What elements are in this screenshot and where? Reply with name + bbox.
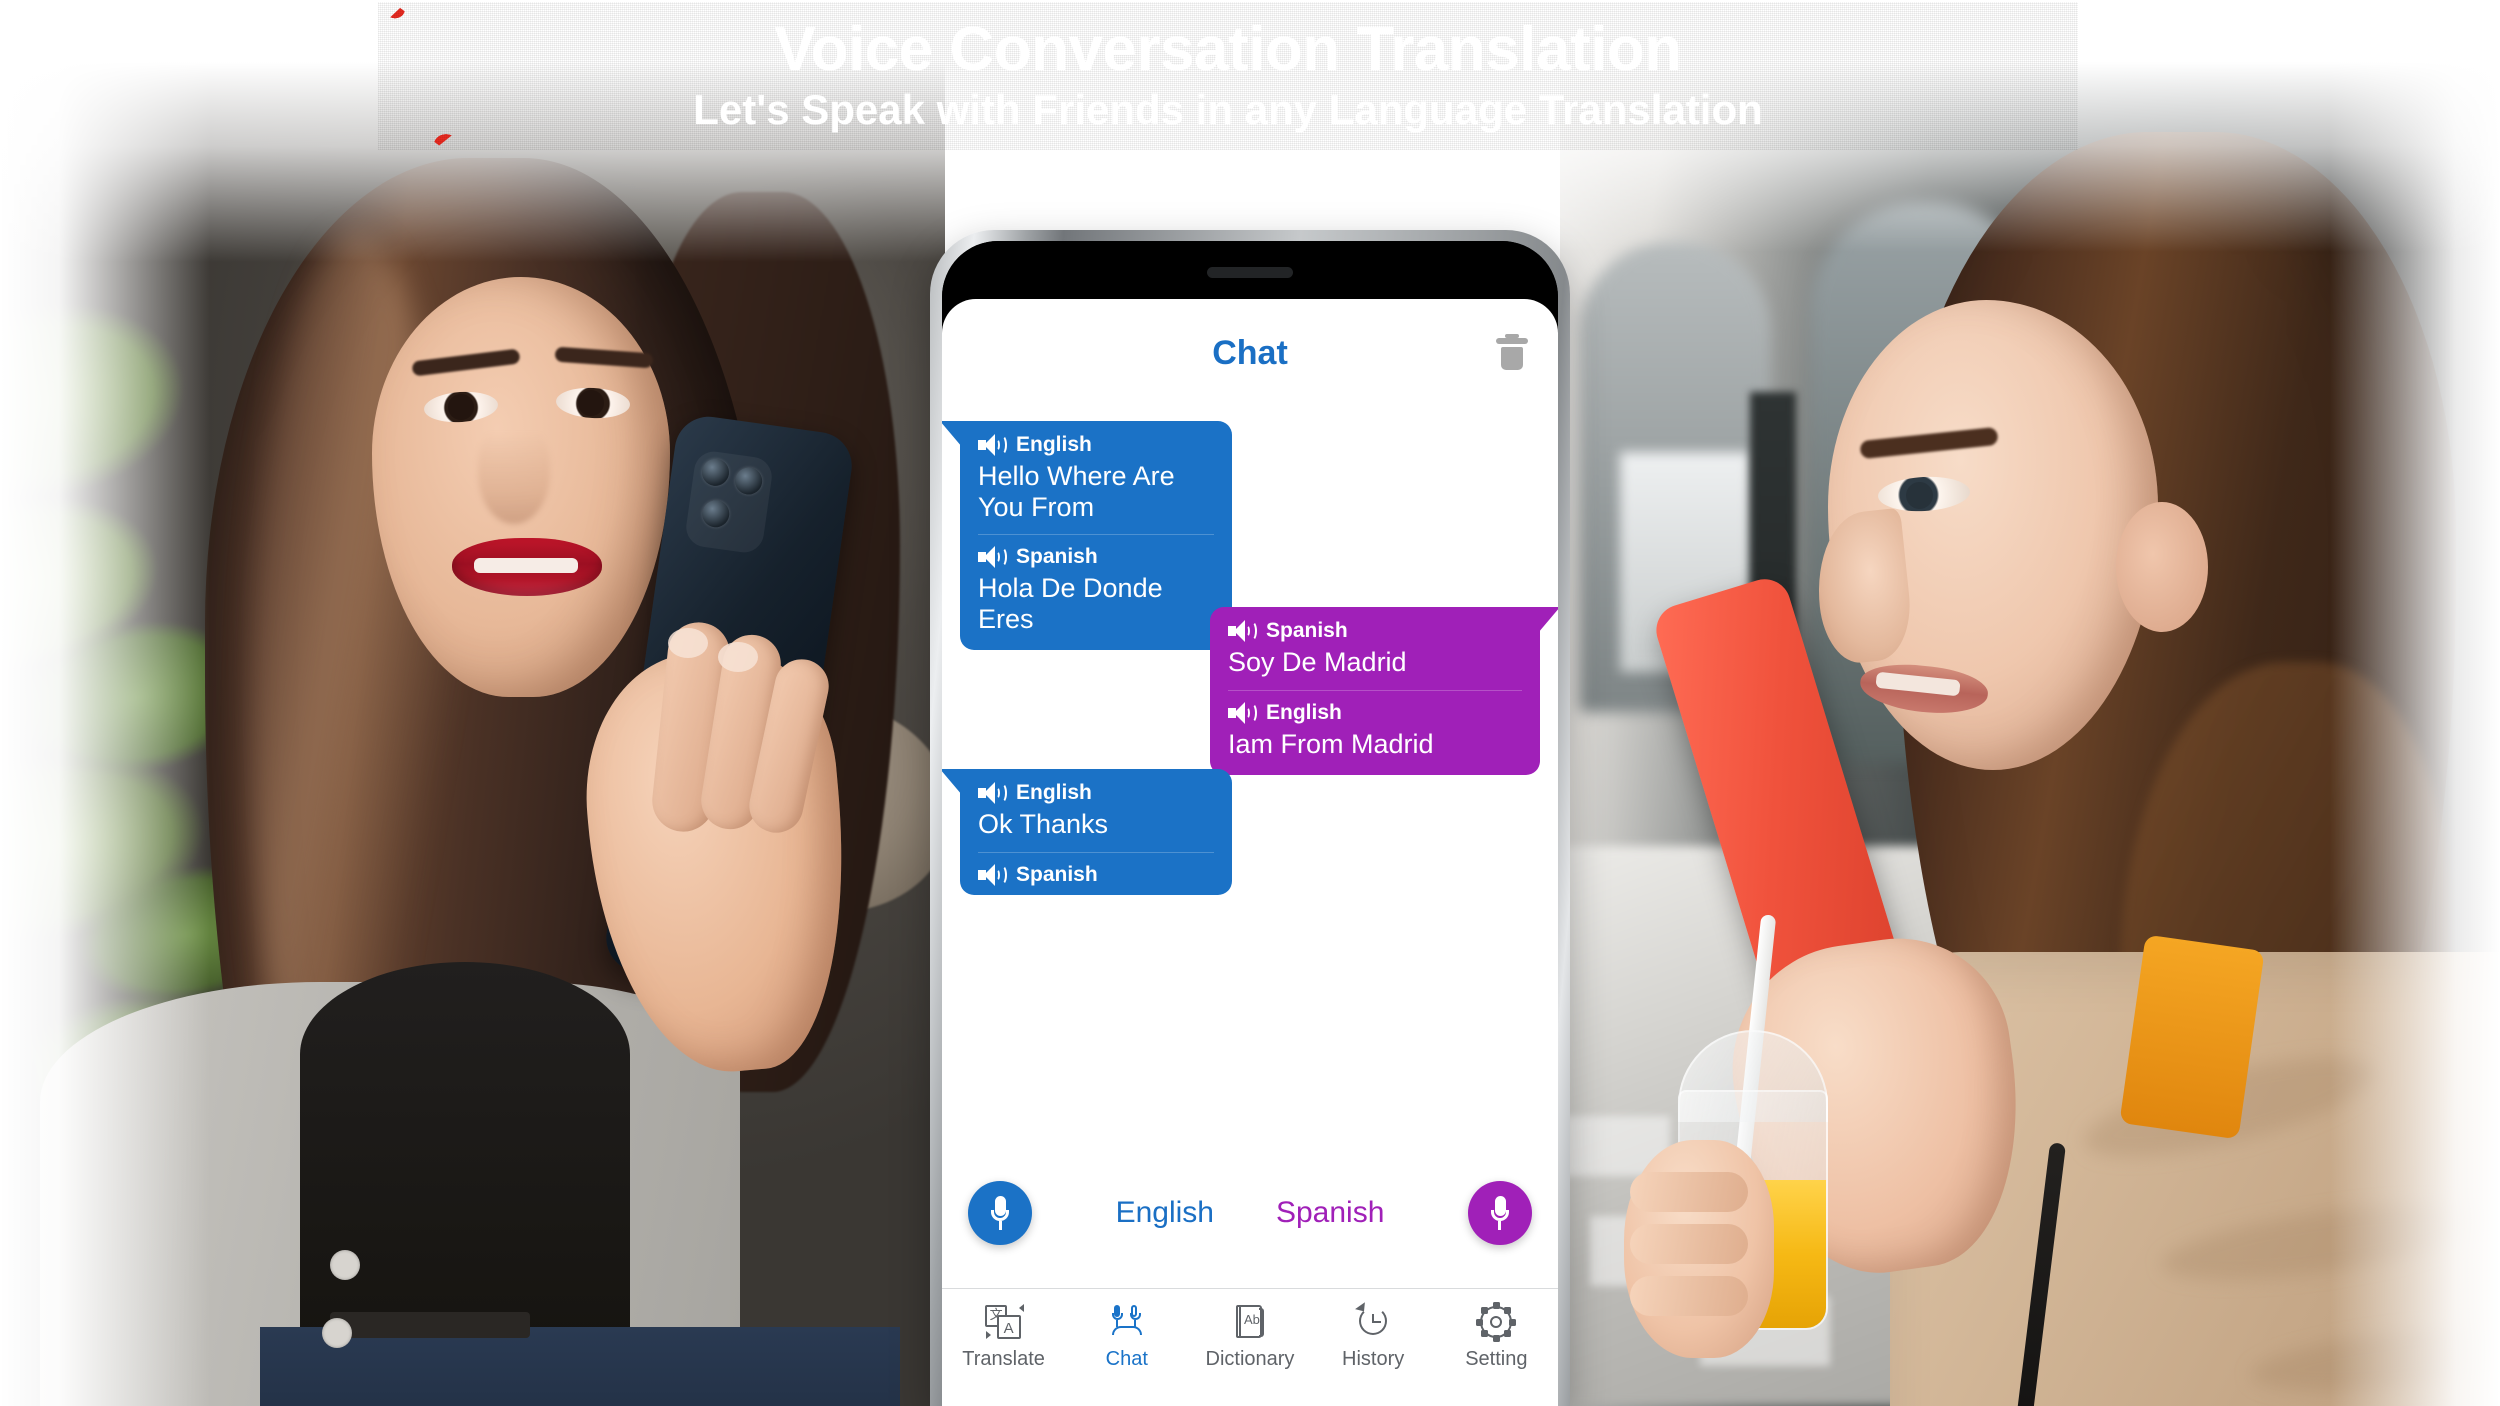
bottom-navigation: 文 A Translate Chat Ab Dictionary History… <box>942 1288 1558 1406</box>
photo-woman-with-phone-right <box>1560 62 2500 1406</box>
nav-label: Chat <box>1105 1348 1148 1370</box>
banner-title: Voice Conversation Translation <box>774 15 1682 85</box>
left-photo-teeth <box>474 558 578 573</box>
delete-chat-button[interactable] <box>1490 331 1534 375</box>
message-text: Hola De Donde Eres <box>978 573 1163 634</box>
nav-item-history[interactable]: History <box>1317 1302 1429 1371</box>
language-label: English <box>1266 700 1342 724</box>
trash-icon <box>1496 334 1528 370</box>
left-photo-button-2 <box>322 1318 352 1348</box>
speaker-icon[interactable] <box>978 546 1007 568</box>
speaker-icon[interactable] <box>978 863 1007 886</box>
bubble-language-row: Spanish <box>978 545 1214 569</box>
chat-bubble[interactable]: Spanish Soy De Madrid English Iam From M… <box>1210 607 1558 775</box>
phone-mockup: Chat English Hello Where Are You From Sp… <box>930 230 1570 1406</box>
left-photo-jeans <box>260 1327 900 1406</box>
bubble-tail <box>942 769 962 795</box>
promo-screenshot: Voice Conversation Translation Let's Spe… <box>0 0 2500 1406</box>
history-icon <box>1354 1302 1392 1341</box>
right-photo-right-fade <box>2330 62 2500 1406</box>
nav-label: Dictionary <box>1205 1348 1295 1370</box>
language-label: Spanish <box>1016 862 1098 886</box>
left-photo-left-fade <box>0 62 210 1406</box>
bubble-language-row: English <box>978 433 1214 457</box>
left-photo-nail-2 <box>718 642 758 672</box>
left-photo-nail-1 <box>668 628 708 658</box>
right-photo-cup-finger-2 <box>1630 1224 1748 1264</box>
source-language-selector[interactable]: English <box>1116 1196 1214 1230</box>
left-photo-belt <box>330 1312 530 1338</box>
nav-label: Setting <box>1465 1348 1528 1370</box>
bubble-divider <box>978 851 1214 853</box>
message-text: Hello Where Are You From <box>978 461 1175 522</box>
gear-icon <box>1476 1302 1517 1342</box>
target-language-selector[interactable]: Spanish <box>1276 1196 1384 1230</box>
speaker-icon[interactable] <box>978 434 1007 456</box>
speaker-icon[interactable] <box>1228 620 1257 642</box>
language-label: Spanish <box>1266 619 1348 642</box>
app-screen: Chat English Hello Where Are You From Sp… <box>942 299 1558 1406</box>
right-photo-cup-finger-1 <box>1630 1172 1748 1212</box>
nav-item-chat[interactable]: Chat <box>1071 1303 1183 1371</box>
bubble-divider <box>978 534 1214 535</box>
banner-subtitle: Let's Speak with Friends in any Language… <box>693 86 1763 134</box>
phone-bezel: Chat English Hello Where Are You From Sp… <box>942 241 1558 1406</box>
right-photo-pupil <box>1906 482 1933 509</box>
language-label: English <box>1016 781 1092 804</box>
bubble-language-row: English <box>1228 701 1522 725</box>
message-text: Ok Thanks <box>978 809 1109 839</box>
earpiece-speaker <box>1207 267 1293 278</box>
message-text: Iam From Madrid <box>1228 728 1434 759</box>
promo-banner: Voice Conversation Translation Let's Spe… <box>378 2 2078 150</box>
right-photo-ear <box>2116 502 2208 632</box>
chat-header: Chat <box>942 299 1558 407</box>
chat-mics-icon <box>1108 1303 1146 1341</box>
bubble-tail <box>1538 607 1558 633</box>
page-title: Chat <box>1212 333 1288 372</box>
nav-item-translate[interactable]: 文 A Translate <box>948 1303 1060 1371</box>
bubble-language-row: Spanish <box>1228 619 1522 643</box>
right-photo-cup-finger-3 <box>1630 1276 1748 1316</box>
language-control-bar: English Spanish <box>942 1138 1558 1288</box>
bubble-divider <box>1228 689 1522 691</box>
microphone-icon <box>1490 1196 1509 1230</box>
microphone-icon <box>991 1196 1009 1230</box>
target-mic-button[interactable] <box>1467 1181 1532 1245</box>
dictionary-icon: Ab <box>1231 1303 1269 1341</box>
left-photo-pupil-right <box>578 390 604 416</box>
left-photo-pupil-left <box>448 394 474 420</box>
left-photo-button-1 <box>330 1250 360 1280</box>
nav-label: History <box>1342 1348 1405 1370</box>
language-label: Spanish <box>1016 545 1098 568</box>
bubble-language-row: English <box>978 781 1214 805</box>
photo-woman-with-phone-left <box>0 62 945 1406</box>
bubble-tail <box>942 421 962 447</box>
language-label: English <box>1016 433 1092 456</box>
message-list: English Hello Where Are You From Spanish… <box>942 407 1558 1138</box>
chat-bubble[interactable]: English Hello Where Are You From Spanish… <box>942 421 1232 650</box>
left-photo-nose <box>478 422 550 524</box>
nav-label: Translate <box>962 1348 1045 1370</box>
source-mic-button[interactable] <box>968 1181 1032 1245</box>
left-photo-camera-module <box>683 449 775 555</box>
nav-item-setting[interactable]: Setting <box>1440 1302 1552 1371</box>
bubble-language-row: Spanish <box>978 863 1214 887</box>
message-text: Soy De Madrid <box>1228 647 1407 677</box>
translate-icon: 文 A <box>984 1303 1024 1341</box>
phone-top-bar <box>942 241 1558 305</box>
nav-item-dictionary[interactable]: Ab Dictionary <box>1194 1303 1306 1371</box>
speaker-icon[interactable] <box>978 782 1007 804</box>
language-selectors: English Spanish <box>1116 1196 1385 1230</box>
chat-bubble[interactable]: English Ok Thanks Spanish <box>942 769 1232 895</box>
speaker-icon[interactable] <box>1228 701 1257 724</box>
